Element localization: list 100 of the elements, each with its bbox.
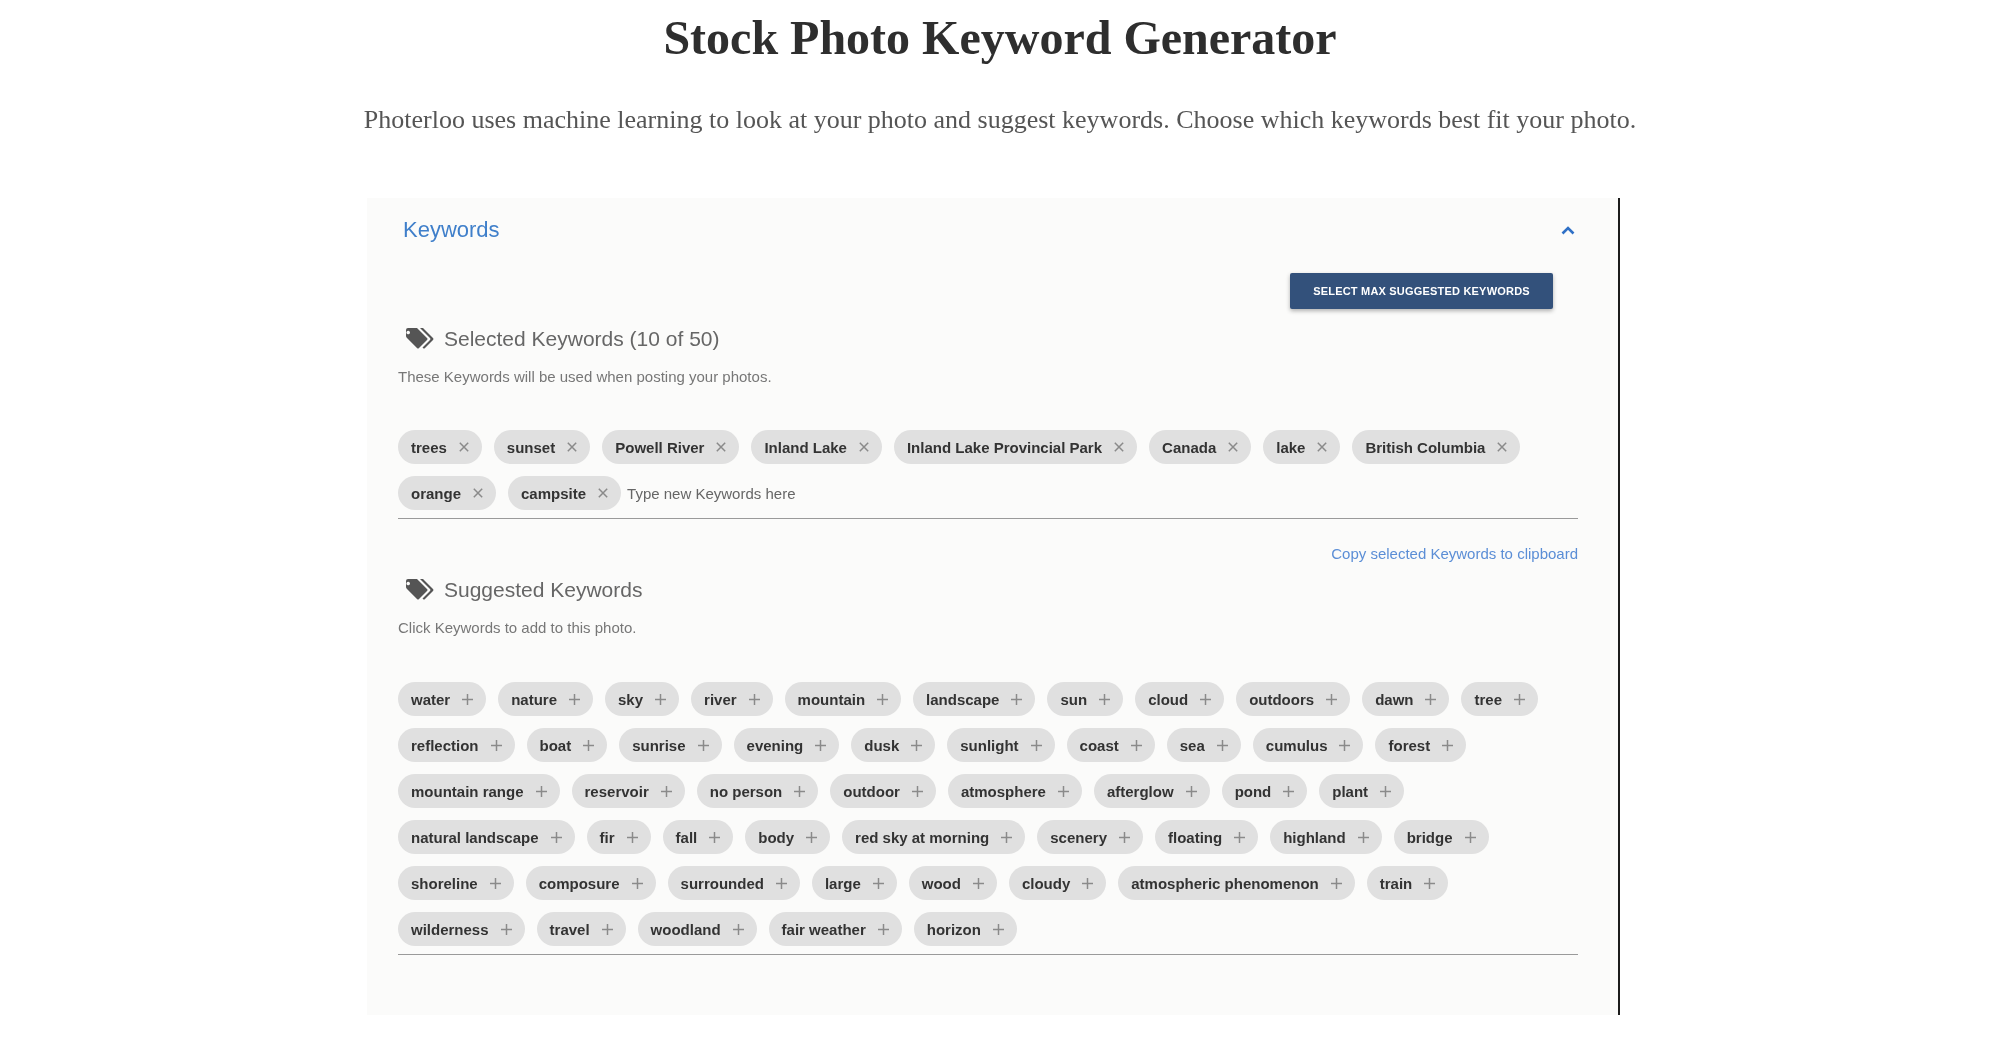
keyword-chip[interactable]: British Columbia bbox=[1352, 430, 1521, 464]
section-heading: Suggested Keywords bbox=[444, 578, 643, 602]
keyword-chip[interactable]: atmospheric phenomenon bbox=[1118, 866, 1355, 900]
keyword-chip[interactable]: sunrise bbox=[619, 728, 722, 762]
plus-icon bbox=[872, 877, 884, 889]
keyword-chip[interactable]: mountain bbox=[784, 682, 902, 716]
plus-icon bbox=[911, 785, 923, 797]
keyword-chip[interactable]: reflection bbox=[398, 728, 515, 762]
close-icon[interactable] bbox=[858, 442, 869, 452]
keyword-chip[interactable]: evening bbox=[733, 728, 840, 762]
close-icon[interactable] bbox=[1317, 442, 1328, 452]
keyword-chip[interactable]: sunset bbox=[493, 430, 591, 464]
keyword-chip[interactable]: mountain range bbox=[398, 774, 560, 808]
keyword-chip[interactable]: landscape bbox=[913, 682, 1036, 716]
keyword-chip[interactable]: scenery bbox=[1037, 820, 1143, 854]
close-icon[interactable] bbox=[1228, 442, 1239, 452]
plus-icon bbox=[1425, 693, 1437, 705]
plus-icon bbox=[1185, 785, 1197, 797]
keyword-chip[interactable]: sun bbox=[1047, 682, 1124, 716]
select-max-button[interactable]: SELECT MAX SUGGESTED KEYWORDS bbox=[1290, 273, 1553, 309]
plus-icon bbox=[1234, 831, 1246, 843]
keyword-chip[interactable]: dusk bbox=[851, 728, 936, 762]
keyword-chip[interactable]: cloudy bbox=[1008, 866, 1107, 900]
plus-icon bbox=[1424, 877, 1436, 889]
keyword-chip[interactable]: afterglow bbox=[1093, 774, 1210, 808]
keyword-chip[interactable]: nature bbox=[498, 682, 594, 716]
keyword-chip[interactable]: horizon bbox=[913, 912, 1017, 946]
close-icon[interactable] bbox=[458, 442, 469, 452]
keyword-chip[interactable]: surrounded bbox=[667, 866, 800, 900]
plus-icon bbox=[709, 831, 721, 843]
tags-icon bbox=[406, 579, 436, 601]
keyword-chip[interactable]: reservoir bbox=[571, 774, 685, 808]
keyword-chip[interactable]: coast bbox=[1066, 728, 1155, 762]
keyword-chip[interactable]: water bbox=[398, 682, 487, 716]
keyword-chip[interactable]: plant bbox=[1319, 774, 1405, 808]
keyword-chip[interactable]: tree bbox=[1461, 682, 1538, 716]
keyword-chip[interactable]: floating bbox=[1155, 820, 1259, 854]
keyword-chip[interactable]: Canada bbox=[1149, 430, 1252, 464]
keyword-chip[interactable]: bridge bbox=[1393, 820, 1489, 854]
keyword-chip[interactable]: red sky at morning bbox=[842, 820, 1026, 854]
keyword-chip[interactable]: composure bbox=[525, 866, 656, 900]
keyword-chip[interactable]: campsite bbox=[508, 476, 622, 510]
keyword-chip[interactable]: travel bbox=[536, 912, 626, 946]
keyword-chip[interactable]: pond bbox=[1221, 774, 1308, 808]
close-icon[interactable] bbox=[567, 442, 578, 452]
plus-icon bbox=[815, 739, 827, 751]
keyword-chip[interactable]: forest bbox=[1375, 728, 1467, 762]
keyword-chip[interactable]: highland bbox=[1270, 820, 1382, 854]
plus-icon bbox=[1011, 693, 1023, 705]
plus-icon bbox=[877, 923, 889, 935]
keyword-chip[interactable]: body bbox=[745, 820, 831, 854]
plus-icon bbox=[1130, 739, 1142, 751]
tags-icon bbox=[406, 328, 436, 350]
keyword-chip[interactable]: large bbox=[811, 866, 897, 900]
section-hint: These Keywords will be used when posting your photos. bbox=[398, 367, 773, 387]
plus-icon bbox=[911, 739, 923, 751]
keyword-chip[interactable]: natural landscape bbox=[398, 820, 575, 854]
keyword-chip[interactable]: trees bbox=[398, 430, 482, 464]
keyword-chip[interactable]: sea bbox=[1166, 728, 1241, 762]
keyword-chip[interactable]: lake bbox=[1263, 430, 1341, 464]
plus-icon bbox=[732, 923, 744, 935]
plus-icon bbox=[1330, 877, 1342, 889]
close-icon[interactable] bbox=[1497, 442, 1508, 452]
keyword-chip[interactable]: outdoors bbox=[1236, 682, 1351, 716]
plus-icon bbox=[1001, 831, 1013, 843]
plus-icon bbox=[1082, 877, 1094, 889]
keyword-chip[interactable]: Inland Lake Provincial Park bbox=[893, 430, 1138, 464]
close-icon[interactable] bbox=[716, 442, 727, 452]
keyword-chip[interactable]: fair weather bbox=[768, 912, 902, 946]
plus-icon bbox=[806, 831, 818, 843]
keyword-chip[interactable]: outdoor bbox=[830, 774, 936, 808]
close-icon[interactable] bbox=[473, 488, 483, 498]
keyword-chip[interactable]: boat bbox=[526, 728, 608, 762]
keyword-chip[interactable]: sky bbox=[605, 682, 680, 716]
keyword-chip[interactable]: sunlight bbox=[947, 728, 1055, 762]
keyword-chip[interactable]: shoreline bbox=[398, 866, 514, 900]
keyword-chip[interactable]: fall bbox=[662, 820, 734, 854]
close-icon[interactable] bbox=[598, 488, 609, 498]
keyword-chip[interactable]: no person bbox=[696, 774, 819, 808]
keyword-chip[interactable]: wilderness bbox=[398, 912, 525, 946]
keyword-chip[interactable]: orange bbox=[398, 476, 496, 510]
keyword-chip[interactable]: woodland bbox=[637, 912, 757, 946]
keyword-chip[interactable]: atmosphere bbox=[947, 774, 1082, 808]
keyword-chip[interactable]: fir bbox=[586, 820, 651, 854]
keyword-chip[interactable]: Powell River bbox=[602, 430, 740, 464]
plus-icon bbox=[489, 877, 501, 889]
keyword-chip[interactable]: dawn bbox=[1362, 682, 1450, 716]
keyword-chip[interactable]: cloud bbox=[1135, 682, 1225, 716]
plus-icon bbox=[490, 739, 502, 751]
plus-icon bbox=[1464, 831, 1476, 843]
chevron-up-icon[interactable] bbox=[1561, 225, 1575, 235]
keyword-chip[interactable]: river bbox=[691, 682, 773, 716]
keyword-chip[interactable]: cumulus bbox=[1252, 728, 1364, 762]
plus-icon bbox=[550, 831, 562, 843]
plus-icon bbox=[1030, 739, 1042, 751]
close-icon[interactable] bbox=[1114, 442, 1125, 452]
keyword-input[interactable]: Type new Keywords here bbox=[627, 476, 1578, 510]
keyword-chip[interactable]: Inland Lake bbox=[751, 430, 882, 464]
keyword-chip[interactable]: train bbox=[1366, 866, 1449, 900]
keyword-chip[interactable]: wood bbox=[908, 866, 997, 900]
